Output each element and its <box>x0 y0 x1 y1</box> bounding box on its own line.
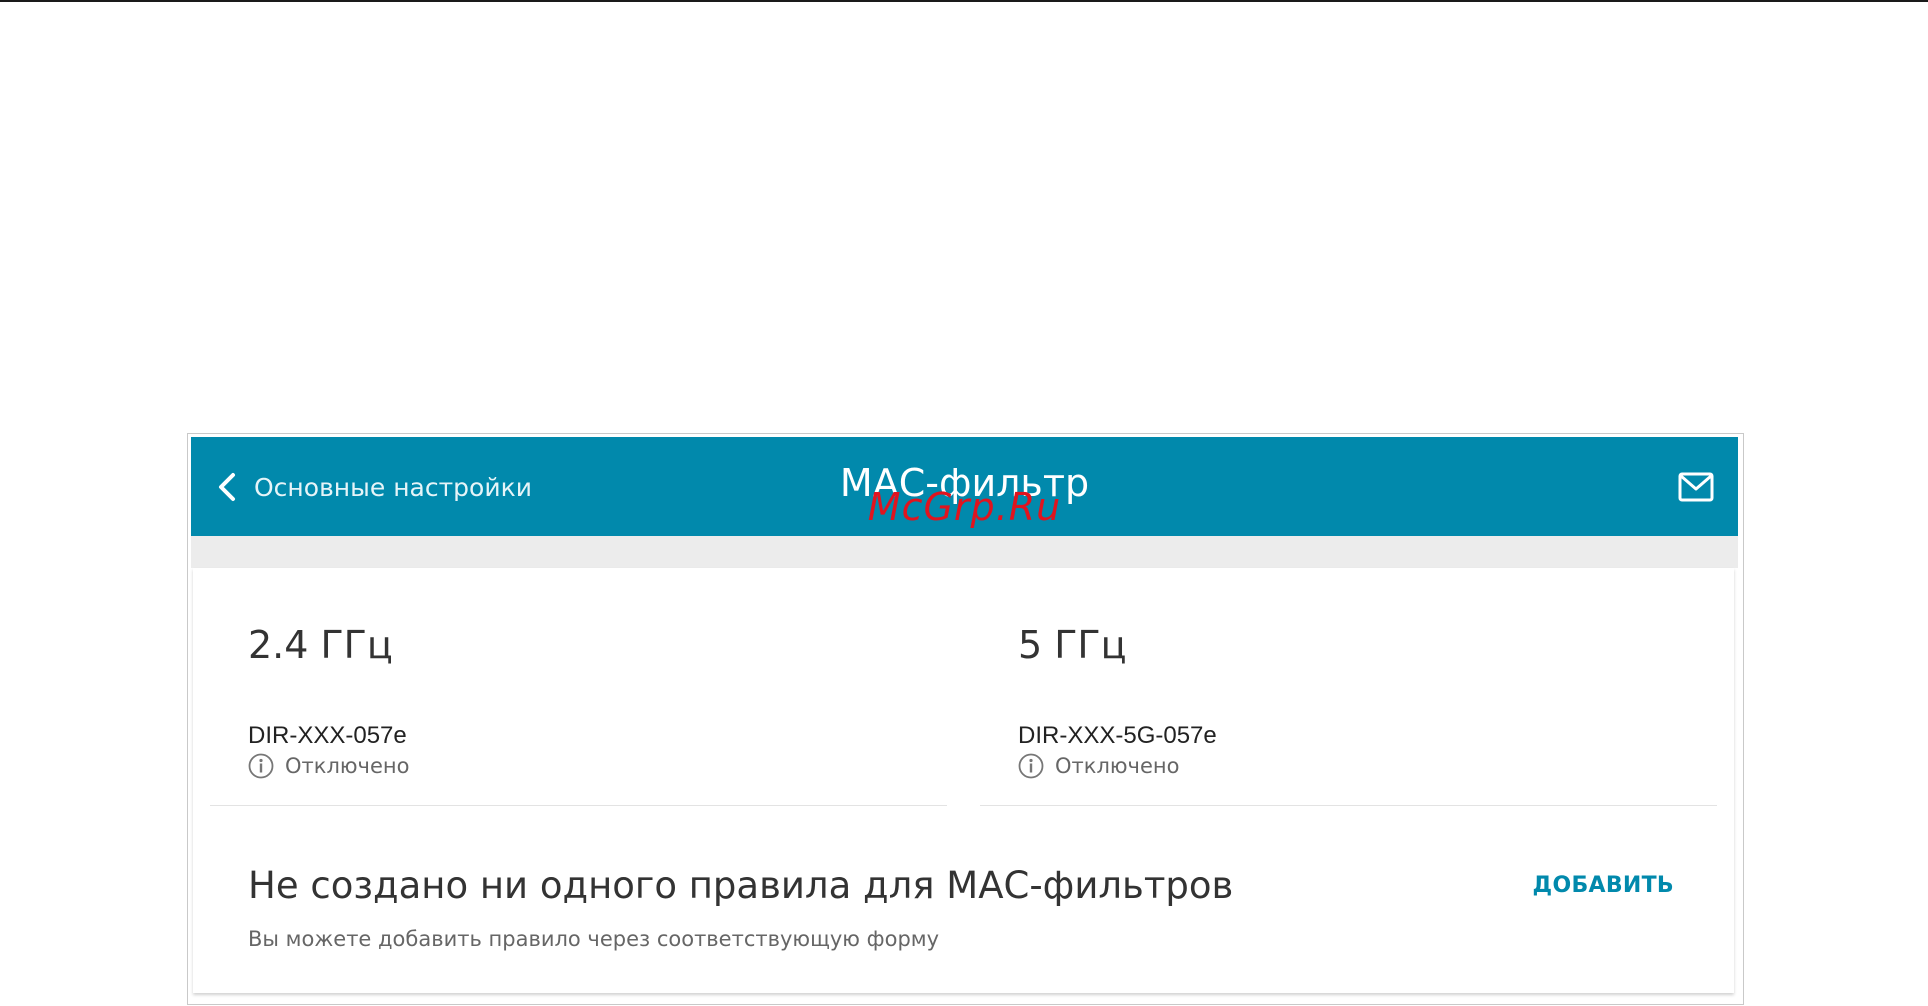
band-24ghz-panel[interactable]: 2.4 ГГц DIR-XXX-057e Отключено <box>210 568 947 806</box>
band-status: Отключено <box>1018 753 1179 779</box>
band-5ghz-panel[interactable]: 5 ГГц DIR-XXX-5G-057e Отключено <box>980 568 1717 806</box>
empty-rules-title: Не создано ни одного правила для МАС-фил… <box>248 864 1234 907</box>
mail-icon[interactable] <box>1677 469 1715 505</box>
band-ssid: DIR-XXX-5G-057e <box>1018 722 1217 749</box>
band-status: Отключено <box>248 753 409 779</box>
info-icon <box>1018 753 1044 779</box>
mac-filter-card: 2.4 ГГц DIR-XXX-057e Отключено 5 ГГц DIR… <box>193 568 1734 993</box>
band-status-label: Отключено <box>285 754 410 778</box>
band-status-label: Отключено <box>1055 754 1180 778</box>
band-title: 5 ГГц <box>1018 623 1127 667</box>
header-spacer <box>191 536 1738 568</box>
add-rule-button[interactable]: ДОБАВИТЬ <box>1533 873 1674 898</box>
info-icon <box>248 753 274 779</box>
top-rule <box>0 0 1928 2</box>
empty-rules-subtitle: Вы можете добавить правило через соответ… <box>248 927 940 951</box>
band-ssid: DIR-XXX-057e <box>248 722 407 749</box>
page-header: Основные настройки МАС-фильтр McGrp.Ru <box>191 437 1738 536</box>
band-title: 2.4 ГГц <box>248 623 393 667</box>
watermark: McGrp.Ru <box>867 485 1062 529</box>
